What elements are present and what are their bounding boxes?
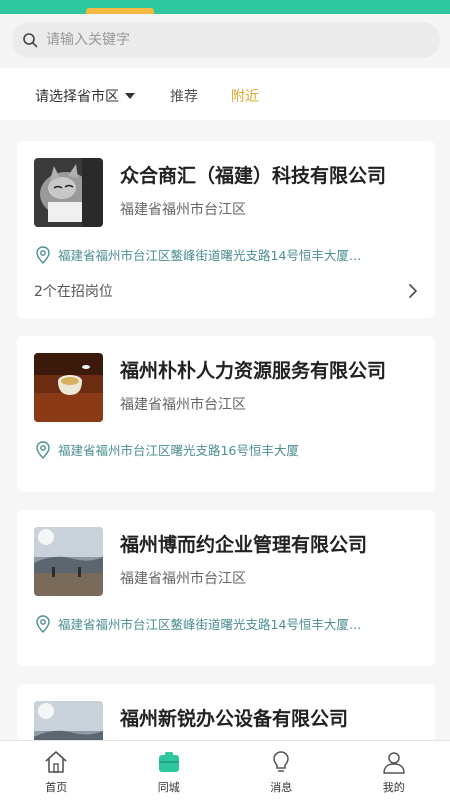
search-box[interactable]: [12, 22, 440, 58]
lightbulb-icon: [273, 751, 290, 772]
company-region: 福建省福州市台江区: [120, 397, 246, 413]
location-pin-icon: [36, 245, 50, 264]
home-icon: [45, 751, 67, 773]
company-logo: [34, 353, 103, 422]
address-row: 福建省福州市台江区鳌峰街道曙光支路14号恒丰大厦…: [36, 245, 416, 264]
company-card[interactable]: 众合商汇（福建）科技有限公司 福建省福州市台江区 福建省福州市台江区鳌峰街道曙光…: [17, 141, 435, 318]
nav-messages-label: 消息: [270, 781, 293, 794]
region-selector[interactable]: 请选择省市区: [35, 86, 135, 106]
company-name: 福州新锐办公设备有限公司: [120, 708, 349, 730]
landscape-photo-icon: [34, 527, 103, 596]
search-icon: [23, 33, 38, 48]
company-logo: [34, 527, 103, 596]
company-name: 福州朴朴人力资源服务有限公司: [120, 360, 387, 382]
company-region: 福建省福州市台江区: [120, 571, 246, 587]
search-area: [0, 14, 450, 68]
bottom-nav: 首页 同城 消息 我的: [0, 740, 450, 800]
company-card[interactable]: 福州朴朴人力资源服务有限公司 福建省福州市台江区 福建省福州市台江区曙光支路16…: [17, 336, 435, 492]
filter-bar: 请选择省市区 推荐 附近: [0, 68, 450, 120]
company-name: 福州博而约企业管理有限公司: [120, 534, 368, 556]
location-pin-icon: [36, 614, 50, 633]
cat-photo-icon: [34, 158, 103, 227]
status-bar-strip: [0, 0, 450, 14]
tab-nearby[interactable]: 附近: [231, 86, 259, 106]
nav-home-label: 首页: [45, 781, 68, 794]
landscape-photo-icon: [34, 701, 103, 740]
nav-profile-label: 我的: [382, 781, 405, 794]
address-row: 福建省福州市台江区曙光支路16号恒丰大厦: [36, 440, 416, 459]
company-name: 众合商汇（福建）科技有限公司: [120, 165, 387, 187]
nav-local-label: 同城: [157, 781, 180, 794]
region-selector-label: 请选择省市区: [35, 89, 119, 105]
search-input[interactable]: [46, 32, 406, 48]
jobs-row[interactable]: 2个在招岗位: [34, 281, 418, 301]
user-icon: [383, 752, 405, 774]
chevron-right-icon: [408, 284, 418, 298]
briefcase-icon: [158, 752, 179, 772]
company-address: 福建省福州市台江区曙光支路16号恒丰大厦: [58, 443, 299, 458]
nav-messages[interactable]: 消息: [225, 741, 338, 800]
tab-recommend[interactable]: 推荐: [170, 86, 198, 106]
teacup-photo-icon: [34, 353, 103, 422]
company-address: 福建省福州市台江区鳌峰街道曙光支路14号恒丰大厦…: [58, 248, 362, 263]
company-region: 福建省福州市台江区: [120, 202, 246, 218]
nav-local[interactable]: 同城: [113, 741, 226, 800]
nav-profile[interactable]: 我的: [338, 741, 450, 800]
company-logo: [34, 158, 103, 227]
caret-down-icon: [125, 93, 135, 99]
location-pin-icon: [36, 440, 50, 459]
open-positions-count: 2个在招岗位: [34, 284, 113, 300]
company-card[interactable]: 福州博而约企业管理有限公司 福建省福州市台江区 福建省福州市台江区鳌峰街道曙光支…: [17, 510, 435, 666]
address-row: 福建省福州市台江区鳌峰街道曙光支路14号恒丰大厦…: [36, 614, 416, 633]
company-logo: [34, 701, 103, 740]
nav-home[interactable]: 首页: [0, 741, 113, 800]
company-address: 福建省福州市台江区鳌峰街道曙光支路14号恒丰大厦…: [58, 617, 362, 632]
company-card[interactable]: 福州新锐办公设备有限公司: [17, 684, 435, 740]
